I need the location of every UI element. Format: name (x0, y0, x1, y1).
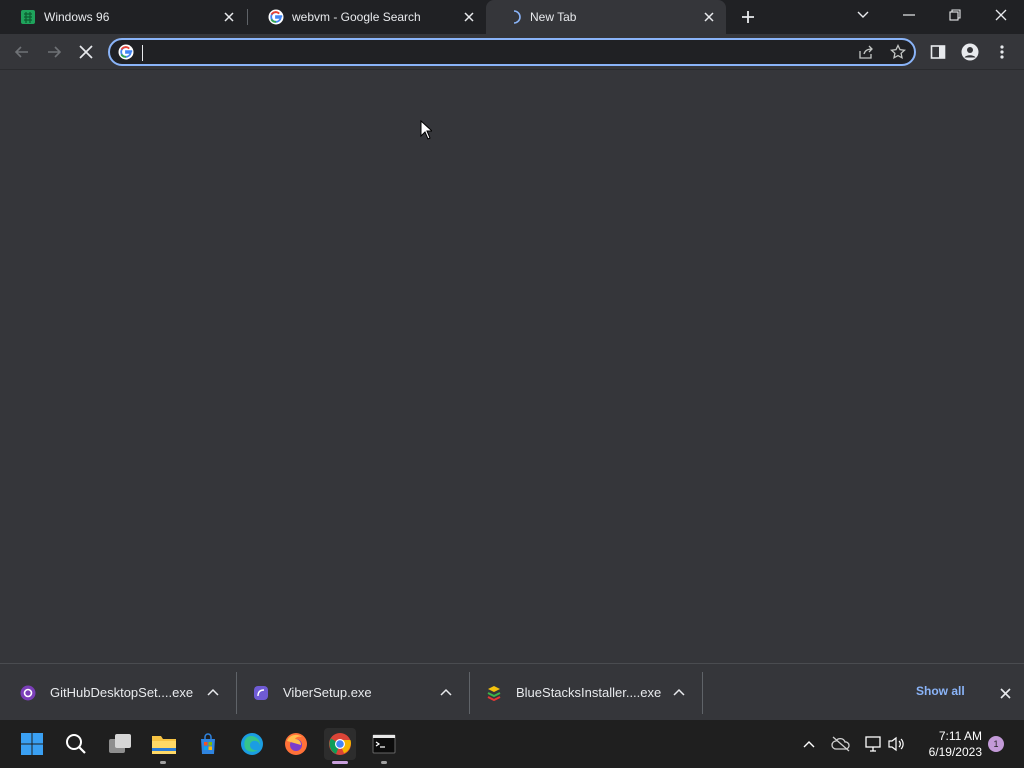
close-download-shelf-button[interactable] (996, 684, 1014, 702)
terminal-icon[interactable] (368, 728, 400, 760)
side-panel-button[interactable] (924, 38, 952, 66)
download-divider (702, 672, 703, 714)
download-divider (469, 672, 470, 714)
tab-strip: Windows 96 webvm - Google Search New Tab (0, 0, 1024, 34)
bookmark-star-icon[interactable] (890, 43, 906, 65)
viber-icon (253, 685, 269, 701)
restore-icon (949, 9, 961, 21)
back-button[interactable] (8, 38, 36, 66)
download-item[interactable]: GitHubDesktopSet....exe (20, 664, 234, 721)
google-icon (118, 44, 134, 65)
running-indicator (160, 761, 166, 764)
close-icon[interactable] (222, 10, 236, 24)
new-tab-button[interactable] (736, 5, 760, 29)
network-icon[interactable] (863, 734, 883, 754)
active-indicator (332, 761, 348, 764)
show-all-button[interactable]: Show all (916, 684, 965, 698)
bluestacks-icon (486, 685, 502, 701)
download-item[interactable]: BlueStacksInstaller....exe (486, 664, 700, 721)
tab-windows96[interactable]: Windows 96 (0, 0, 246, 34)
microsoft-store-icon[interactable] (192, 728, 224, 760)
tab-title: Windows 96 (44, 10, 110, 24)
windows96-icon (20, 9, 36, 25)
profile-icon (961, 43, 979, 61)
close-icon[interactable] (462, 10, 476, 24)
chevron-up-icon[interactable] (205, 684, 221, 700)
minimize-button[interactable] (886, 0, 932, 30)
profile-button[interactable] (956, 38, 984, 66)
search-icon[interactable] (60, 728, 92, 760)
loading-spinner-icon (506, 9, 522, 25)
google-icon (268, 9, 284, 25)
chrome-icon[interactable] (324, 728, 356, 760)
mouse-cursor-icon (420, 120, 432, 140)
restore-button[interactable] (932, 0, 978, 30)
plus-icon (742, 11, 754, 23)
minimize-icon (903, 14, 915, 16)
download-shelf: GitHubDesktopSet....exe ViberSetup.exe B… (0, 663, 1024, 720)
address-input[interactable] (140, 43, 840, 61)
firefox-icon[interactable] (280, 728, 312, 760)
tab-google-search[interactable]: webvm - Google Search (248, 0, 486, 34)
chevron-up-icon[interactable] (438, 684, 454, 700)
download-filename: ViberSetup.exe (283, 685, 372, 700)
show-hidden-icons-button[interactable] (799, 734, 819, 754)
arrow-left-icon (14, 46, 28, 58)
start-icon[interactable] (16, 728, 48, 760)
close-icon (999, 687, 1011, 699)
edge-icon[interactable] (236, 728, 268, 760)
download-item[interactable]: ViberSetup.exe (253, 664, 467, 721)
taskbar-clock[interactable]: 7:11 AM 6/19/2023 (912, 728, 982, 760)
chevron-up-icon[interactable] (671, 684, 687, 700)
chevron-down-icon (857, 11, 869, 18)
forward-button[interactable] (40, 38, 68, 66)
taskbar: 7:11 AM 6/19/2023 (0, 720, 1024, 768)
arrow-right-icon (48, 46, 62, 58)
tab-new-tab[interactable]: New Tab (486, 0, 726, 34)
chevron-up-icon (803, 741, 815, 748)
menu-button[interactable] (988, 38, 1016, 66)
page-content (0, 71, 1024, 663)
download-divider (236, 672, 237, 714)
browser-toolbar (0, 34, 1024, 70)
more-vert-icon (1000, 45, 1004, 59)
file-explorer-icon[interactable] (148, 728, 180, 760)
clock-time: 7:11 AM (938, 729, 982, 743)
side-panel-icon (930, 45, 946, 59)
address-bar[interactable] (108, 38, 916, 66)
running-indicator (381, 761, 387, 764)
clock-date: 6/19/2023 (928, 745, 982, 759)
text-caret (142, 45, 143, 61)
task-view-icon[interactable] (104, 728, 136, 760)
stop-loading-button[interactable] (72, 38, 100, 66)
download-filename: BlueStacksInstaller....exe (516, 685, 662, 700)
volume-icon[interactable] (886, 734, 906, 754)
download-filename: GitHubDesktopSet....exe (50, 685, 194, 700)
close-window-button[interactable] (978, 0, 1024, 30)
tab-search-button[interactable] (840, 0, 886, 30)
close-icon (995, 9, 1007, 21)
notification-badge[interactable]: 1 (988, 736, 1004, 752)
onedrive-icon[interactable] (831, 734, 851, 754)
close-icon[interactable] (702, 10, 716, 24)
close-icon (79, 45, 93, 59)
tab-title: New Tab (530, 10, 577, 24)
github-icon (20, 685, 36, 701)
tab-title: webvm - Google Search (292, 10, 421, 24)
share-icon[interactable] (858, 45, 874, 64)
